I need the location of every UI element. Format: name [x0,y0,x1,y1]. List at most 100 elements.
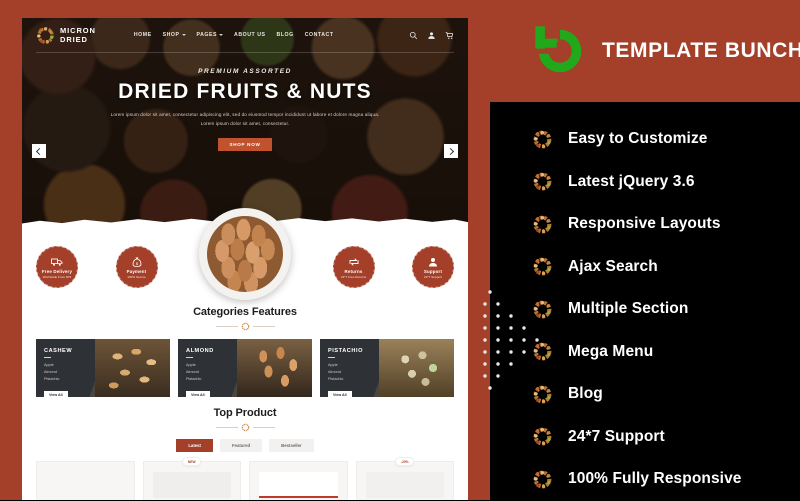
chevron-down-icon [181,34,186,36]
nut-wreath-logo-icon [37,26,54,44]
product-badge-discount: -20% [394,457,415,466]
feature-item-blog: Blog [532,373,800,416]
nut-wreath-icon [533,257,552,276]
product-cards-row: NEW -20% [22,452,468,500]
nut-wreath-icon [533,215,552,234]
nut-wreath-icon [533,130,552,149]
hero-title: DRIED FRUITS & NUTS [118,80,372,103]
chevron-left-icon [36,147,44,155]
search-icon[interactable] [409,31,418,40]
product-card[interactable]: -20% [355,457,454,500]
tab-bestseller[interactable]: Bestseller [269,439,314,452]
hero-eyebrow: PREMIUM ASSORTED [198,68,292,75]
service-badge-returns[interactable]: Returns 24*7 Free Returns [332,246,375,288]
template-bunch-logo-icon [532,26,582,73]
badge-subtitle: 24*7 Support [423,274,443,279]
nut-wreath-icon [533,172,552,191]
product-card[interactable] [249,461,348,500]
category-cards-row: CASHEW Apple Almond Pistachio View All A… [22,331,468,397]
return-arrows-icon [349,258,358,265]
category-name: CASHEW [44,348,73,354]
feature-item-easy-to-customize: Easy to Customize [532,118,800,161]
category-item: Apple [328,363,338,367]
ornament-line-right [252,326,275,327]
nav-item-contact[interactable]: CONTACT [305,32,334,38]
section-ornament [22,423,468,432]
nav-item-pages[interactable]: PAGES [197,32,224,38]
feature-item-support: 24*7 Support [532,416,800,459]
badge-subtitle: 24*7 Free Returns [340,274,367,279]
category-view-all-button[interactable]: View All [186,390,210,397]
nav-item-about-us[interactable]: ABOUT US [234,32,266,38]
feature-item-latest-jquery: Latest jQuery 3.6 [532,161,800,204]
nut-wreath-ornament-icon [241,423,249,432]
carousel-next-button[interactable] [444,144,458,158]
header-icon-group [409,31,454,40]
product-image [365,472,444,498]
feature-label: Easy to Customize [568,130,708,148]
categories-section-title: Categories Features [193,306,297,318]
badge-title: Support [423,269,443,274]
product-image [259,472,338,498]
user-account-icon[interactable] [427,31,436,40]
category-view-all-button[interactable]: View All [328,390,352,397]
feature-label: Latest jQuery 3.6 [568,172,695,190]
category-view-all-button[interactable]: View All [44,390,68,397]
feature-label: Multiple Section [568,300,689,318]
feature-label: 24*7 Support [568,427,665,445]
feature-item-mega-menu: Mega Menu [532,331,800,374]
nav-item-shop[interactable]: SHOP [163,32,186,38]
badge-title: Payment [126,269,147,274]
nav-label: PAGES [196,32,218,38]
category-item: Pistachio [328,377,344,382]
category-card-pistachio[interactable]: PISTACHIO Apple Almond Pistachio View Al… [320,339,454,397]
delivery-truck-icon [51,258,63,266]
category-item: Pistachio [44,377,60,382]
carousel-prev-button[interactable] [32,144,46,158]
nut-wreath-icon [533,470,552,489]
category-name: ALMOND [186,348,214,354]
decorative-dot-pattern [483,290,539,390]
service-badge-support[interactable]: Support 24*7 Support [412,246,454,288]
product-badge-new: NEW [181,457,202,466]
service-badge-free-delivery[interactable]: Free Delivery Worldwide From $75 [36,246,78,288]
nav-label: HOME [133,32,152,38]
header-divider [36,52,454,53]
feature-label: Mega Menu [568,342,654,360]
category-item: Pistachio [186,377,202,382]
tab-latest[interactable]: Latest [176,439,213,452]
feature-label: Blog [568,385,603,403]
category-underline [44,357,51,358]
nut-wreath-icon [533,427,552,446]
category-underline [328,357,335,358]
website-mockup: MICRON DRIED HOME SHOP PAGES ABOUT US BL… [22,18,468,500]
category-card-cashew[interactable]: CASHEW Apple Almond Pistachio View All [36,339,170,397]
product-tabs: Latest Featured Bestseller [22,439,468,452]
service-badge-payment[interactable]: $ Payment 100% Secure [115,246,158,288]
top-product-section-title: Top Product [213,407,277,419]
badge-subtitle: Worldwide From $75 [42,274,72,279]
nav-item-home[interactable]: HOME [134,32,152,38]
product-image [46,472,125,498]
nav-item-blog[interactable]: BLOG [277,32,294,38]
feature-item-ajax-search: Ajax Search [532,246,800,289]
tab-featured[interactable]: Featured [219,439,263,452]
feature-item-multiple-section: Multiple Section [532,288,800,331]
feature-panel: TEMPLATE BUNCH Easy to Customize Latest … [483,0,800,500]
feature-label: Responsive Layouts [568,215,721,233]
category-item: Apple [44,363,54,367]
section-ornament [22,322,468,331]
site-header: MICRON DRIED HOME SHOP PAGES ABOUT US BL… [22,18,468,52]
category-card-almond[interactable]: ALMOND Apple Almond Pistachio View All [178,339,312,397]
nut-wreath-ornament-icon [241,322,249,331]
product-card[interactable] [36,461,135,500]
product-image [152,472,231,498]
category-item: Apple [186,363,196,367]
nav-label: ABOUT US [234,32,266,38]
hero-content: PREMIUM ASSORTED DRIED FRUITS & NUTS Lor… [22,52,468,151]
site-logo[interactable]: MICRON DRIED [36,26,96,45]
shop-now-button[interactable]: SHOP NOW [218,137,272,151]
shopping-cart-icon[interactable] [445,31,454,40]
category-underline [186,357,193,358]
product-card[interactable]: NEW [142,457,241,500]
